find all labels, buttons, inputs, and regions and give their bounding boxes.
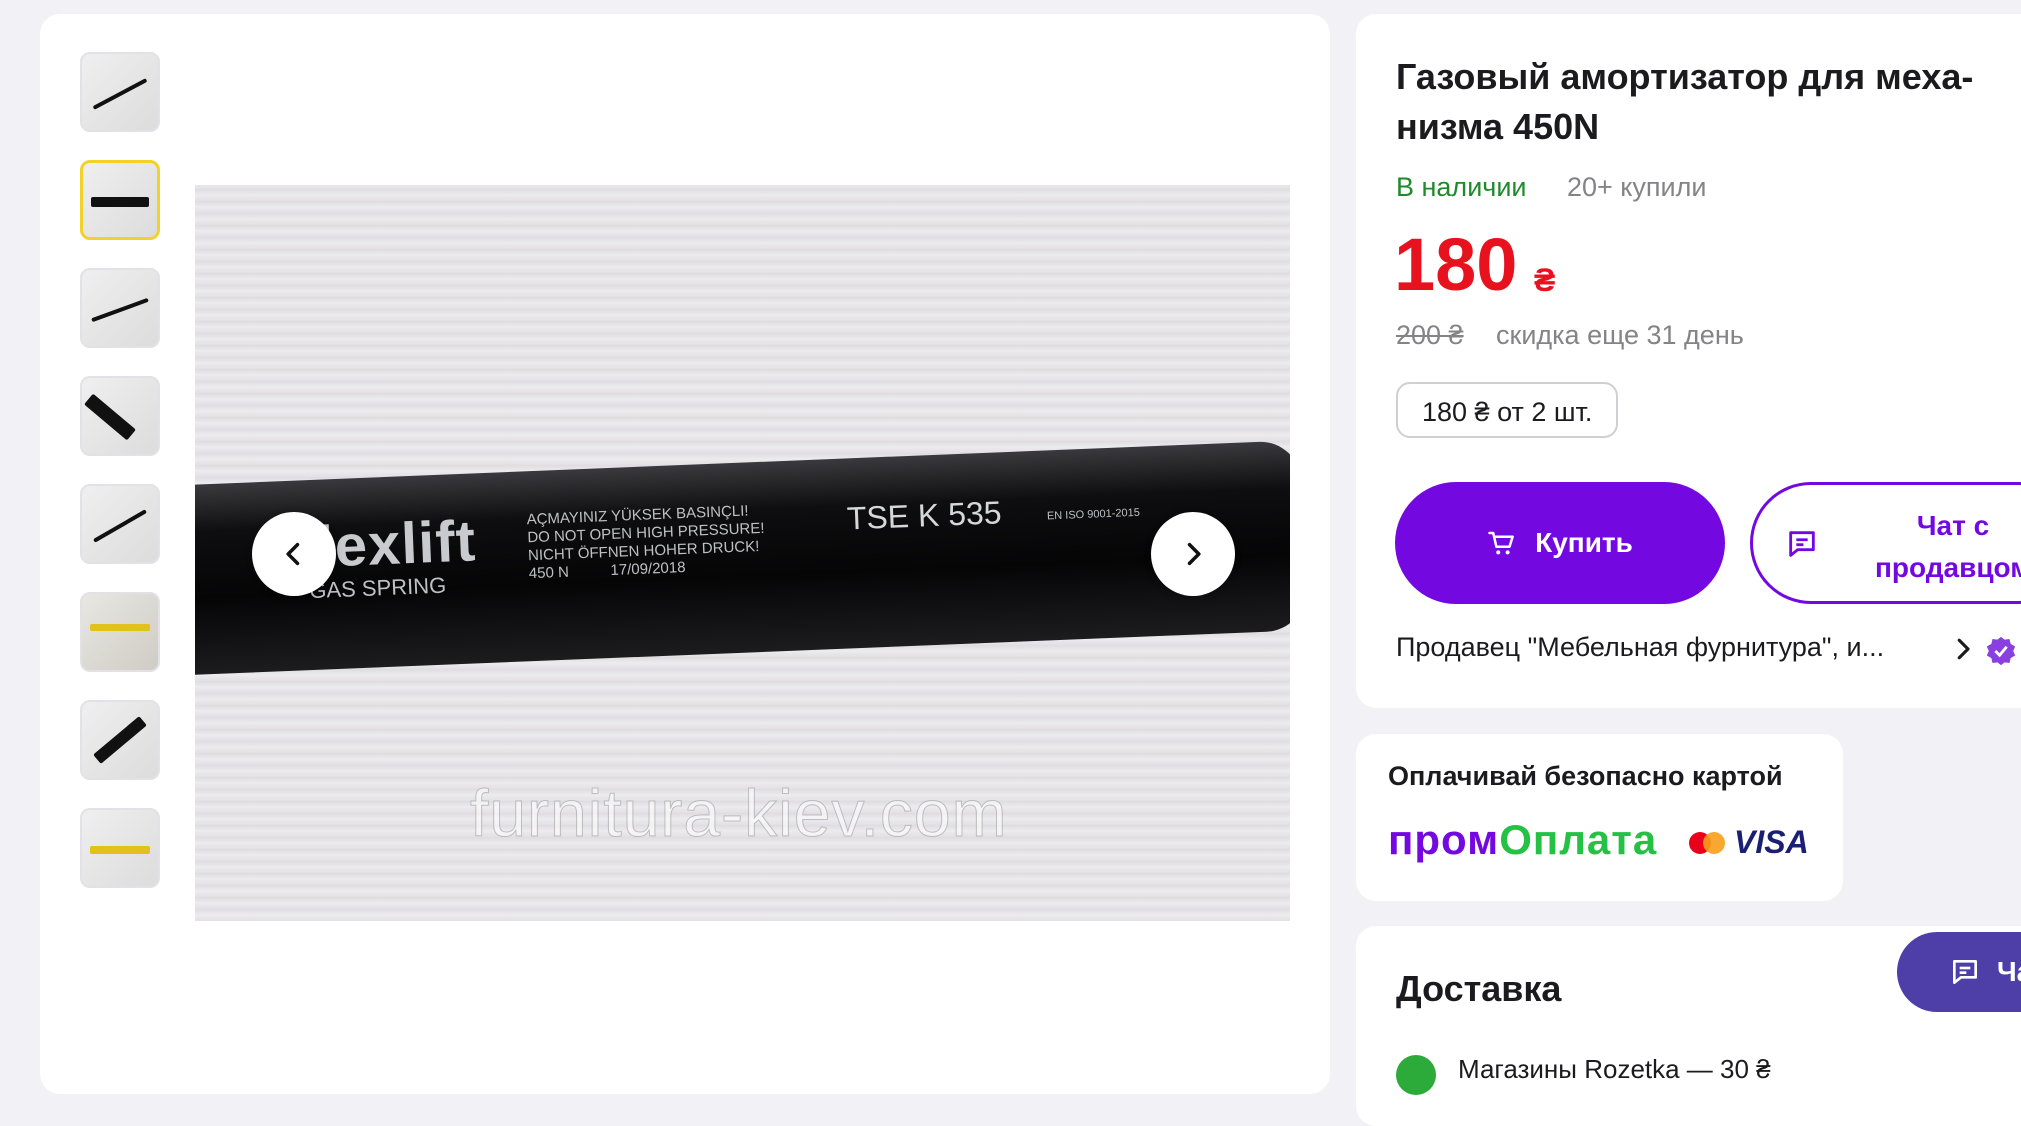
chat-button-label: Чат с продавцом — [1875, 510, 2021, 583]
bulk-price-option[interactable]: 180 ₴ от 2 шт. — [1396, 382, 1619, 438]
watermark-text: furnitura-kiev.com — [470, 776, 1008, 851]
product-title: Газовый амортизатор для меха­низма 450N — [1396, 56, 1974, 147]
chevron-right-icon[interactable] — [1948, 634, 1978, 664]
bought-count: 20+ купили — [1567, 172, 1707, 202]
next-photo-button[interactable] — [1151, 512, 1235, 596]
prom-logo-part2: Оплата — [1499, 816, 1658, 863]
chat-icon — [1953, 960, 1977, 984]
buy-button[interactable]: Купить — [1395, 482, 1725, 604]
seller-badge-icon — [1986, 636, 2016, 666]
thumbnail-6[interactable] — [80, 592, 160, 672]
delivery-title: Доставка — [1396, 968, 1562, 1009]
force-text: 450 N — [528, 563, 570, 583]
thumbnail-4[interactable] — [80, 376, 160, 456]
previous-photo-button[interactable] — [252, 512, 336, 596]
buy-button-label: Купить — [1535, 527, 1633, 558]
gas-spring-image: lexlift GAS SPRING AÇMAYINIZ YÜKSEK BASI… — [195, 440, 1290, 675]
brand-sub-text: GAS SPRING — [308, 572, 447, 604]
main-product-photo[interactable]: lexlift GAS SPRING AÇMAYINIZ YÜKSEK BASI… — [195, 185, 1290, 921]
thumbnail-1[interactable] — [80, 52, 160, 132]
chat-icon — [1789, 531, 1815, 557]
chat-with-seller-button[interactable]: Чат с продавцом — [1750, 482, 2021, 604]
floating-chat-button[interactable]: Ча — [1897, 932, 2021, 1012]
brand-text: lexlift — [316, 508, 478, 580]
rozetka-logo-icon — [1396, 1055, 1436, 1095]
chevron-left-icon — [286, 542, 300, 566]
stock-status: В наличии — [1396, 172, 1527, 202]
price-currency: ₴ — [1534, 262, 1556, 298]
delivery-option[interactable]: Магазины Rozetka — 30 ₴ — [1458, 1054, 1771, 1085]
floating-chat-label: Ча — [1997, 956, 2021, 987]
date-text: 17/09/2018 — [610, 558, 686, 579]
thumbnail-3[interactable] — [80, 268, 160, 348]
warning-text: AÇMAYINIZ YÜKSEK BASINÇLI! DO NOT OPEN H… — [526, 499, 829, 583]
prom-logo-part1: пром — [1388, 816, 1500, 863]
cert-text: EN ISO 9001-2015 — [1046, 506, 1141, 523]
cart-icon — [1488, 531, 1515, 555]
current-price: 180 — [1394, 223, 1518, 306]
mastercard-icon — [1689, 832, 1725, 854]
prom-oplata-logo: промОплата — [1388, 816, 1657, 864]
seller-link[interactable]: Продавец "Мебельная фурнитура", и... — [1396, 632, 1916, 663]
visa-logo: VISA — [1734, 824, 1809, 860]
discount-text: скидка еще 31 день — [1496, 320, 1744, 350]
thumbnail-list — [80, 52, 164, 916]
thumbnail-8[interactable] — [80, 808, 160, 888]
model-text: TSE K 535 — [846, 494, 1003, 537]
thumbnail-7[interactable] — [80, 700, 160, 780]
thumbnail-2-active[interactable] — [80, 160, 160, 240]
thumbnail-5[interactable] — [80, 484, 160, 564]
payment-title: Оплачивай безопасно картой — [1388, 761, 1783, 791]
chevron-right-icon — [1187, 542, 1201, 566]
old-price: 200 ₴ — [1396, 320, 1464, 350]
